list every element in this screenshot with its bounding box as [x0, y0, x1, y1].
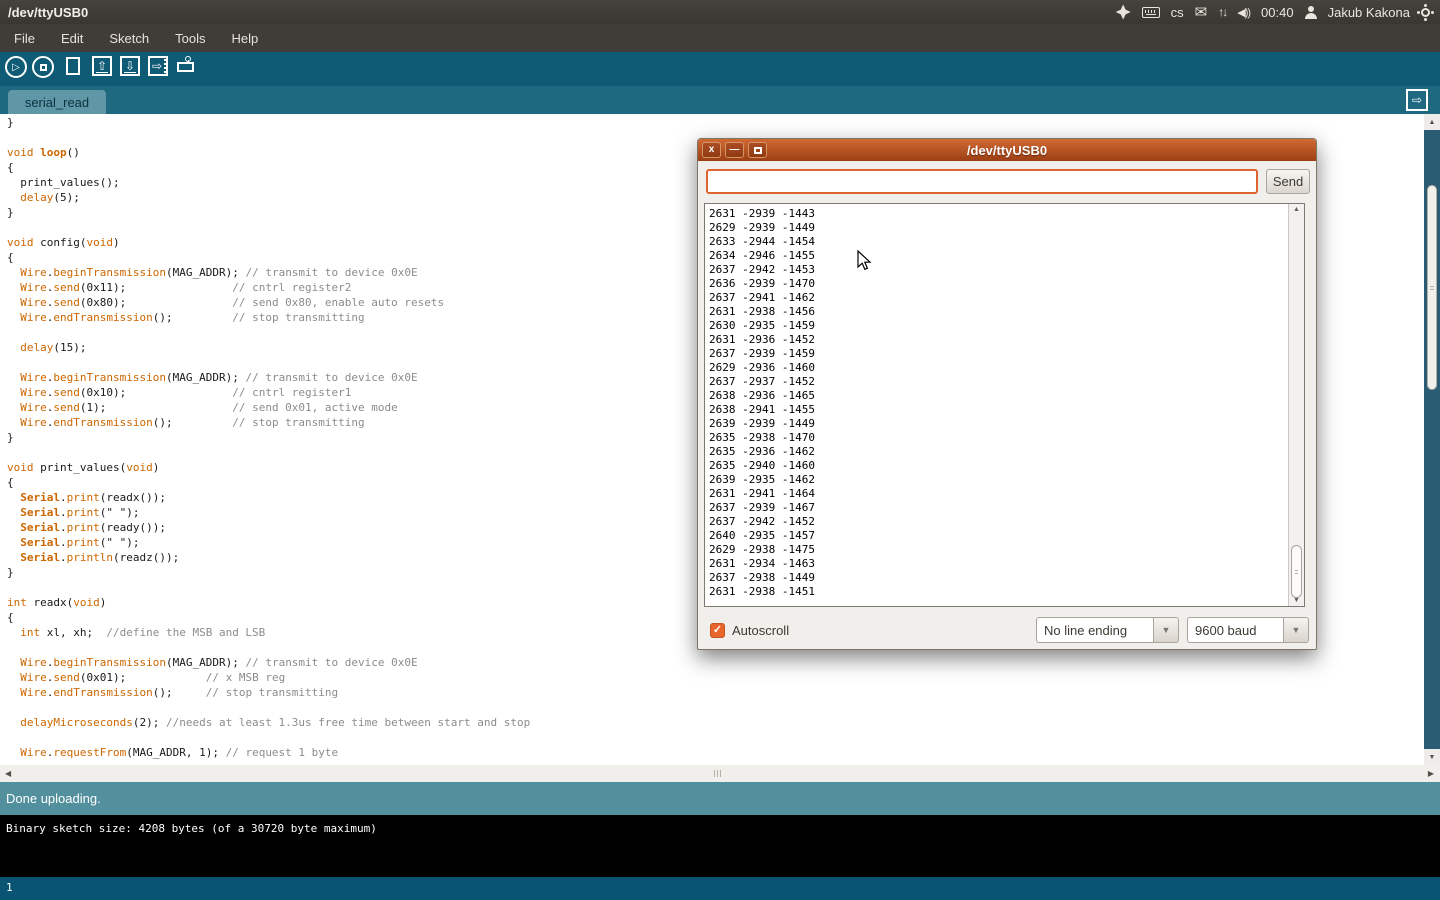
network-icon[interactable]: ↑↓: [1218, 5, 1226, 19]
new-sketch-button[interactable]: [66, 57, 80, 75]
editor-vscroll-thumb[interactable]: [1427, 185, 1437, 390]
minimize-icon: —: [730, 145, 740, 155]
serial-titlebar[interactable]: x — /dev/ttyUSB0: [698, 139, 1316, 161]
pinwheel-icon[interactable]: [1116, 5, 1131, 20]
menu-sketch[interactable]: Sketch: [109, 31, 149, 46]
minimize-button[interactable]: —: [725, 142, 744, 158]
baud-rate-select[interactable]: 9600 baud ▼: [1187, 617, 1309, 643]
scroll-up-icon[interactable]: ▲: [1424, 114, 1440, 130]
serial-window-title: /dev/ttyUSB0: [698, 143, 1316, 158]
line-number: 1: [6, 881, 13, 894]
top-panel: /dev/ttyUSB0 cs ✉ ↑↓ ◀)) 00:40 Jakub Kak…: [0, 0, 1440, 24]
console-text: Binary sketch size: 4208 bytes (of a 307…: [6, 822, 377, 835]
line-number-bar: 1: [0, 877, 1440, 900]
window-title: /dev/ttyUSB0: [0, 5, 88, 20]
close-icon: x: [709, 145, 715, 155]
toolbar: ▷ ⇧ ⇩ ⇨: [0, 52, 1440, 86]
open-icon: ⇧: [94, 58, 110, 74]
editor-hscrollbar[interactable]: ◀ ▶: [0, 765, 1440, 782]
tab-menu-icon: ⇨: [1412, 93, 1422, 107]
serial-monitor-button[interactable]: [177, 56, 194, 72]
menu-tools[interactable]: Tools: [175, 31, 205, 46]
tab-menu-button[interactable]: ⇨: [1406, 89, 1428, 111]
send-label: Send: [1273, 174, 1303, 189]
menu-help[interactable]: Help: [231, 31, 258, 46]
serial-output-area[interactable]: 2631 -2939 -1443 2629 -2939 -1449 2633 -…: [704, 203, 1305, 607]
serial-scroll-up-icon[interactable]: ▲: [1289, 206, 1304, 213]
baud-rate-value: 9600 baud: [1187, 617, 1283, 643]
play-icon: ▷: [12, 62, 20, 73]
maximize-button[interactable]: [748, 142, 767, 158]
close-button[interactable]: x: [702, 142, 721, 158]
scroll-right-icon[interactable]: ▶: [1428, 769, 1434, 778]
serial-scroll-down-icon[interactable]: ▼: [1289, 597, 1304, 604]
scroll-down-icon[interactable]: ▼: [1424, 749, 1440, 765]
stop-icon: [40, 64, 47, 71]
serial-vscroll-thumb[interactable]: [1291, 545, 1302, 598]
serial-monitor-window: x — /dev/ttyUSB0 Send 2631 -2939 -1443 2…: [697, 138, 1317, 650]
verify-button[interactable]: ▷: [5, 56, 27, 78]
user-name[interactable]: Jakub Kakona: [1328, 5, 1410, 20]
menu-edit[interactable]: Edit: [61, 31, 83, 46]
mail-icon[interactable]: ✉: [1195, 5, 1208, 20]
save-button[interactable]: ⇩: [120, 56, 140, 76]
maximize-icon: [754, 147, 762, 154]
serial-monitor-icon: [177, 62, 194, 72]
stop-button[interactable]: [32, 56, 54, 78]
build-console: Binary sketch size: 4208 bytes (of a 307…: [0, 815, 1440, 877]
upload-button[interactable]: ⇨: [148, 56, 168, 76]
status-bar: Done uploading.: [0, 782, 1440, 815]
tab-label: serial_read: [25, 95, 89, 110]
new-file-icon: [66, 57, 80, 75]
volume-icon[interactable]: ◀)): [1237, 6, 1250, 19]
autoscroll-label: Autoscroll: [732, 623, 789, 638]
user-icon[interactable]: [1305, 6, 1317, 19]
check-icon: ✓: [713, 625, 722, 636]
serial-send-input[interactable]: [706, 169, 1258, 194]
serial-bottom-bar: ✓ Autoscroll No line ending ▼ 9600 baud …: [698, 616, 1316, 644]
mouse-cursor: [857, 250, 873, 272]
editor-vscrollbar[interactable]: ▲ ▼: [1424, 114, 1440, 765]
menu-file[interactable]: File: [14, 31, 35, 46]
chevron-down-icon[interactable]: ▼: [1283, 617, 1309, 643]
system-tray: cs ✉ ↑↓ ◀)) 00:40 Jakub Kakona: [1116, 5, 1440, 20]
scroll-left-icon[interactable]: ◀: [5, 769, 11, 778]
tab-strip: serial_read ⇨: [0, 86, 1440, 114]
line-ending-select[interactable]: No line ending ▼: [1036, 617, 1179, 643]
autoscroll-checkbox[interactable]: ✓: [710, 623, 725, 638]
serial-vscrollbar[interactable]: ▲ ▼: [1288, 204, 1304, 606]
open-button[interactable]: ⇧: [92, 56, 112, 76]
code-text: } void loop(){ print_values(); delay(5);…: [7, 115, 530, 760]
tab-serial-read[interactable]: serial_read: [8, 90, 106, 114]
keyboard-icon[interactable]: [1142, 7, 1160, 18]
keyboard-layout-label[interactable]: cs: [1171, 5, 1184, 20]
send-button[interactable]: Send: [1266, 169, 1310, 194]
line-ending-value: No line ending: [1036, 617, 1153, 643]
editor-hscroll-thumb[interactable]: [714, 770, 723, 777]
save-icon: ⇩: [122, 58, 138, 74]
upload-icon: ⇨: [152, 59, 166, 73]
status-message: Done uploading.: [6, 791, 101, 806]
chevron-down-icon[interactable]: ▼: [1153, 617, 1179, 643]
clock[interactable]: 00:40: [1261, 5, 1294, 20]
menu-bar: File Edit Sketch Tools Help: [0, 24, 1440, 52]
serial-output-text: 2631 -2939 -1443 2629 -2939 -1449 2633 -…: [709, 207, 815, 599]
session-gear-icon[interactable]: [1421, 8, 1430, 17]
